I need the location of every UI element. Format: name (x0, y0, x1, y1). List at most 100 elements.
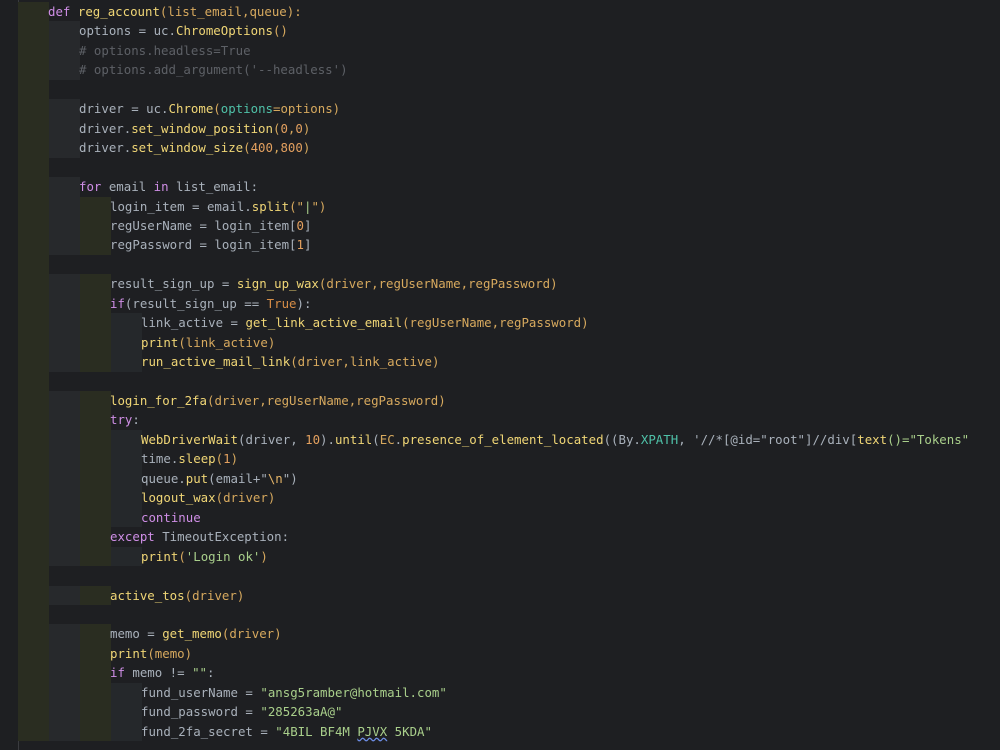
indent-guide (80, 527, 111, 547)
indent-guide (18, 429, 49, 450)
code-text: for email in list_email: (79, 177, 258, 197)
code-text: options = uc.ChromeOptions() (79, 21, 288, 41)
code-line[interactable]: login_for_2fa(driver,regUserName,regPass… (0, 391, 1000, 411)
code-line[interactable] (0, 79, 1000, 100)
code-line[interactable]: regUserName = login_item[0] (0, 215, 1000, 236)
code-token: except (110, 529, 155, 545)
code-line[interactable]: continue (0, 507, 1000, 528)
code-text: memo = get_memo(driver) (110, 624, 282, 644)
code-token: 800 (280, 140, 303, 156)
indent-guide (18, 138, 49, 158)
code-token: options = uc. (79, 23, 176, 39)
code-token: "285263aA@" (260, 704, 343, 720)
indent-guide (111, 332, 142, 353)
code-line[interactable]: driver.set_window_size(400,800) (0, 138, 1000, 158)
indent-guide (18, 196, 49, 216)
code-token: (" (289, 198, 304, 214)
code-token: ) (302, 140, 311, 156)
code-token: memo != (124, 665, 193, 681)
indent-guide (49, 274, 80, 294)
code-line[interactable] (0, 604, 1000, 625)
code-token: for (79, 179, 102, 195)
indent-guide (111, 507, 142, 528)
code-token: (driver,regUserName,regPassword) (318, 276, 558, 292)
code-token: 0 (296, 217, 304, 233)
code-line[interactable]: memo = get_memo(driver) (0, 624, 1000, 644)
indent-guide (18, 721, 49, 742)
indent-guide (49, 196, 80, 216)
indent-guide (80, 546, 111, 567)
code-line[interactable]: regPassword = login_item[1] (0, 235, 1000, 255)
code-line[interactable]: print(link_active) (0, 332, 1000, 353)
indent-guide (18, 449, 49, 469)
code-line[interactable]: fund_2fa_secret = "4BIL BF4M PJVX 5KDA" (0, 721, 1000, 742)
code-line[interactable]: link_active = get_link_active_email(regU… (0, 313, 1000, 333)
code-line[interactable]: WebDriverWait(driver, 10).until(EC.prese… (0, 429, 1000, 450)
indent-guide (111, 468, 142, 489)
code-line[interactable]: driver = uc.Chrome(options=options) (0, 99, 1000, 119)
code-token: if (110, 295, 125, 311)
indent-guide (49, 585, 80, 605)
indent-guide (111, 682, 142, 703)
code-token: fund_userName = (141, 684, 261, 700)
indent-guide (111, 546, 142, 567)
code-text: logout_wax(driver) (141, 488, 275, 508)
code-line[interactable]: active_tos(driver) (0, 585, 1000, 605)
code-line[interactable]: print('Login ok') (0, 546, 1000, 567)
code-line[interactable]: options = uc.ChromeOptions() (0, 21, 1000, 41)
code-line[interactable]: fund_userName = "ansg5ramber@hotmail.com… (0, 682, 1000, 703)
code-line[interactable] (0, 157, 1000, 178)
code-token: (driver,link_active) (290, 354, 440, 370)
code-line[interactable]: # options.add_argument('--headless') (0, 60, 1000, 80)
code-line[interactable]: result_sign_up = sign_up_wax(driver,regU… (0, 274, 1000, 294)
indent-guide (18, 99, 49, 119)
code-token: , '//*[@id="root"]//div[ (678, 431, 858, 447)
code-editor[interactable]: def reg_account(list_email,queue): option… (0, 0, 1000, 750)
code-line[interactable]: try: (0, 410, 1000, 430)
indent-guide (18, 79, 49, 100)
indent-guide (49, 235, 80, 255)
code-line[interactable]: time.sleep(1) (0, 449, 1000, 469)
indent-guide (111, 429, 142, 450)
code-text: run_active_mail_link(driver,link_active) (141, 352, 439, 372)
code-token: (memo) (147, 645, 193, 661)
code-text: print(memo) (110, 644, 192, 664)
code-text: login_item = email.split("|") (110, 197, 326, 217)
indent-guide (80, 624, 111, 644)
code-line[interactable]: # options.headless=True (0, 40, 1000, 61)
code-token: sign_up_wax (236, 276, 319, 292)
code-token: link_active = (141, 315, 246, 331)
code-token: : (132, 412, 140, 428)
code-token: print (141, 334, 179, 350)
code-token: (list_email,queue): (159, 4, 302, 19)
code-token: options (220, 101, 273, 117)
code-line[interactable]: logout_wax(driver) (0, 488, 1000, 508)
indent-guide (18, 118, 49, 139)
code-line[interactable]: login_item = email.split("|") (0, 196, 1000, 217)
indent-guide (80, 468, 111, 489)
code-line[interactable]: if memo != "": (0, 663, 1000, 683)
code-token: WebDriverWait (141, 431, 238, 447)
indent-guide (80, 429, 111, 450)
indent-guide (18, 332, 49, 353)
code-token: \n (267, 470, 283, 486)
code-text: result_sign_up = sign_up_wax(driver,regU… (110, 274, 558, 294)
code-token: 1 (296, 237, 304, 253)
code-line[interactable]: if(result_sign_up == True): (0, 293, 1000, 314)
code-text: print('Login ok') (141, 547, 268, 567)
indent-guide (80, 585, 111, 605)
code-token: True (266, 295, 297, 311)
code-line[interactable] (0, 371, 1000, 392)
code-line[interactable] (0, 254, 1000, 275)
code-line[interactable]: def reg_account(list_email,queue): (0, 2, 1000, 22)
code-line[interactable] (0, 566, 1000, 586)
code-line[interactable]: print(memo) (0, 643, 1000, 664)
code-token: try (110, 412, 133, 428)
code-line[interactable]: queue.put(email+"\n") (0, 468, 1000, 489)
code-line[interactable]: fund_password = "285263aA@" (0, 702, 1000, 722)
code-line[interactable]: driver.set_window_position(0,0) (0, 118, 1000, 139)
code-line[interactable]: for email in list_email: (0, 177, 1000, 197)
indent-guide (18, 2, 49, 22)
code-line[interactable]: run_active_mail_link(driver,link_active) (0, 352, 1000, 372)
code-line[interactable]: except TimeoutException: (0, 527, 1000, 547)
